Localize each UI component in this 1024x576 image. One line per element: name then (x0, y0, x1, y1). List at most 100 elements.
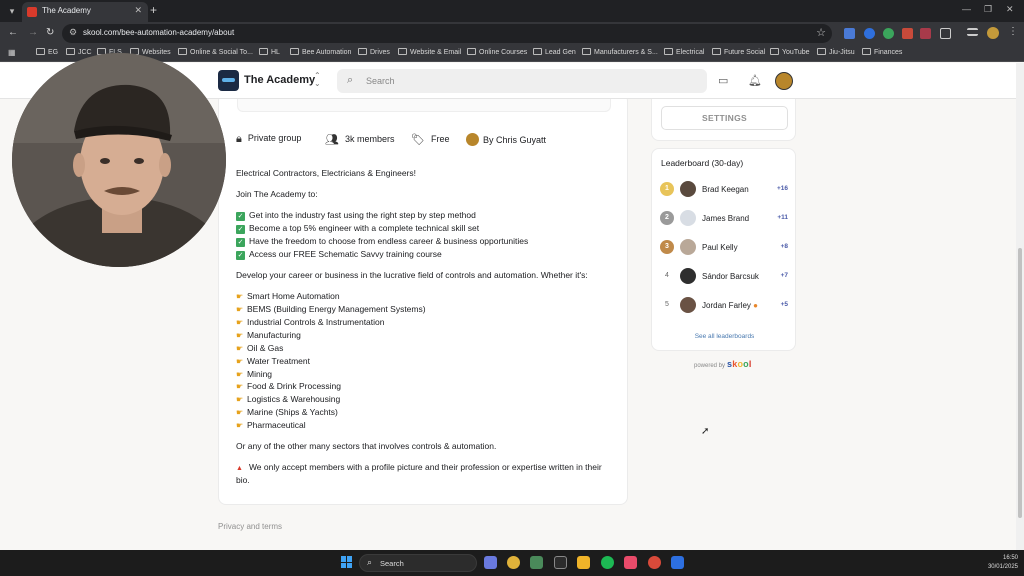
new-tab-icon[interactable]: + (150, 3, 157, 17)
avatar (680, 210, 696, 226)
admin-card: SETTINGS (651, 93, 796, 141)
settings-button[interactable]: SETTINGS (661, 106, 788, 130)
leaderboard-row[interactable]: 2 James Brand +11 (652, 209, 797, 227)
leaderboard-row[interactable]: 5 Jordan Farley ● +5 (652, 296, 797, 314)
avatar (680, 181, 696, 197)
zoom-icon[interactable] (671, 556, 684, 569)
site-info-icon[interactable]: ⚙ (69, 27, 77, 38)
address-bar[interactable]: ⚙ skool.com/bee-automation-academy/about… (62, 24, 832, 43)
tab-search-icon[interactable]: ▾ (4, 3, 20, 19)
back-icon[interactable]: ← (8, 26, 18, 40)
extension-red-icon[interactable] (902, 28, 913, 39)
chrome-profile-icon[interactable] (648, 556, 661, 569)
chat-icon[interactable]: ▭ (718, 74, 728, 87)
leaderboard-row[interactable]: 1 Brad Keegan +16 (652, 180, 797, 198)
folder-icon (582, 48, 591, 55)
bookmark-folder[interactable]: Online & Social To... (178, 48, 253, 56)
sector-item: ☛ Manufacturing (236, 330, 301, 340)
bookmark-folder[interactable]: Website & Email (398, 48, 461, 56)
browser-tab[interactable]: The Academy ✕ (22, 2, 148, 22)
benefit-item: ✓ Become a top 5% engineer with a complet… (236, 223, 480, 234)
group-owner[interactable]: By Chris Guyatt (466, 133, 546, 146)
folder-icon (664, 48, 673, 55)
academy-logo[interactable] (218, 70, 239, 91)
restore-icon[interactable]: ❐ (984, 4, 992, 15)
system-clock[interactable]: 16:50 30/01/2025 (988, 554, 1018, 572)
extension-translate-icon[interactable] (844, 28, 855, 39)
notifications-bell-icon[interactable]: 🔔︎ (748, 74, 762, 87)
leader-name: Jordan Farley ● (702, 301, 758, 310)
chrome-icon[interactable] (507, 556, 520, 569)
apps-grid-icon[interactable]: ▦ (8, 48, 16, 57)
browser-menu-icon[interactable]: ⋮ (1008, 26, 1018, 37)
leader-points: +5 (780, 301, 788, 308)
bookmark-star-icon[interactable]: ☆ (816, 26, 826, 39)
app-icon[interactable] (530, 556, 543, 569)
bookmark-folder[interactable]: JCC (66, 48, 92, 56)
folder-icon (817, 48, 826, 55)
bookmark-folder[interactable]: Bee Automation (290, 48, 351, 56)
extensions-puzzle-icon[interactable] (940, 28, 951, 39)
bookmark-folder[interactable]: HL (259, 48, 280, 56)
mouse-cursor-icon: ➚ (701, 426, 710, 437)
about-develop: Develop your career or business in the l… (236, 270, 588, 280)
browser-profile-avatar[interactable] (987, 27, 999, 39)
scrollbar-thumb[interactable] (1018, 248, 1022, 518)
bookmark-folder[interactable]: EG (36, 48, 58, 56)
close-icon[interactable]: ✕ (134, 5, 142, 16)
bookmark-folder[interactable]: YouTube (770, 48, 810, 56)
about-notice: ▲ We only accept members with a profile p… (236, 462, 602, 472)
page-scrollbar[interactable] (1016, 63, 1024, 550)
rank-medal-gold: 1 (660, 182, 674, 196)
taskbar-search[interactable]: ⌕ Search (359, 554, 477, 572)
user-avatar[interactable] (775, 72, 793, 90)
group-name[interactable]: The Academy (244, 74, 315, 86)
bookmark-folder[interactable]: Future Social (712, 48, 765, 56)
app-icon[interactable] (554, 556, 567, 569)
extension-rec-icon[interactable] (920, 28, 931, 39)
extension-green-icon[interactable] (883, 28, 894, 39)
rank-medal-bronze: 3 (660, 240, 674, 254)
bookmark-folder[interactable]: Online Courses (467, 48, 527, 56)
url-text: skool.com/bee-automation-academy/about (83, 28, 235, 37)
reload-icon[interactable]: ↻ (46, 26, 54, 40)
reading-list-icon[interactable] (967, 28, 978, 36)
see-all-leaderboards-link[interactable]: See all leaderboards (652, 333, 797, 340)
spotify-icon[interactable] (601, 556, 614, 569)
powered-by-skool[interactable]: powered by skool (694, 359, 752, 369)
pointing-hand-icon: ☛ (236, 318, 244, 327)
file-explorer-icon[interactable] (577, 556, 590, 569)
leader-name: Brad Keegan (702, 185, 749, 194)
group-members[interactable]: 👥︎ 3k members (325, 133, 394, 146)
group-switcher-icon[interactable]: ⌃ ⌄ (314, 72, 321, 88)
members-icon: 👥︎ (325, 134, 339, 146)
benefit-item: ✓ Get into the industry fast using the ri… (236, 210, 476, 221)
pointing-hand-icon: ☛ (236, 305, 244, 314)
search-input[interactable]: ⌕ Search (337, 69, 707, 93)
minimize-icon[interactable]: — (962, 4, 971, 14)
price-tag-icon: 🏷︎ (411, 134, 425, 146)
bookmark-folder[interactable]: Electrical (664, 48, 704, 56)
bookmark-folder[interactable]: Jiu-Jitsu (817, 48, 855, 56)
group-price: 🏷︎ Free (411, 134, 450, 146)
privacy-terms-link[interactable]: Privacy and terms (218, 522, 282, 531)
owner-avatar (466, 133, 479, 146)
bookmark-folder[interactable]: Manufacturers & S... (582, 48, 658, 56)
leaderboard-card: Leaderboard (30-day) 1 Brad Keegan +16 2… (651, 148, 796, 351)
folder-icon (398, 48, 407, 55)
windows-start-icon[interactable] (341, 556, 353, 568)
window-close-icon[interactable]: ✕ (1006, 4, 1014, 15)
bookmark-folder[interactable]: Lead Gen (533, 48, 576, 56)
leader-name: Sándor Barcsuk (702, 272, 759, 281)
forward-icon[interactable]: → (28, 26, 38, 40)
bookmark-folder[interactable]: Finances (862, 48, 902, 56)
sector-item: ☛ Marine (Ships & Yachts) (236, 407, 338, 417)
sector-item: ☛ BEMS (Building Energy Management System… (236, 304, 426, 314)
leaderboard-row[interactable]: 4 Sándor Barcsuk +7 (652, 267, 797, 285)
bookmark-folder[interactable]: Drives (358, 48, 390, 56)
photos-icon[interactable] (624, 556, 637, 569)
rank-number: 5 (665, 301, 669, 308)
leaderboard-row[interactable]: 3 Paul Kelly +8 (652, 238, 797, 256)
copilot-icon[interactable] (484, 556, 497, 569)
extension-blue-icon[interactable] (864, 28, 875, 39)
